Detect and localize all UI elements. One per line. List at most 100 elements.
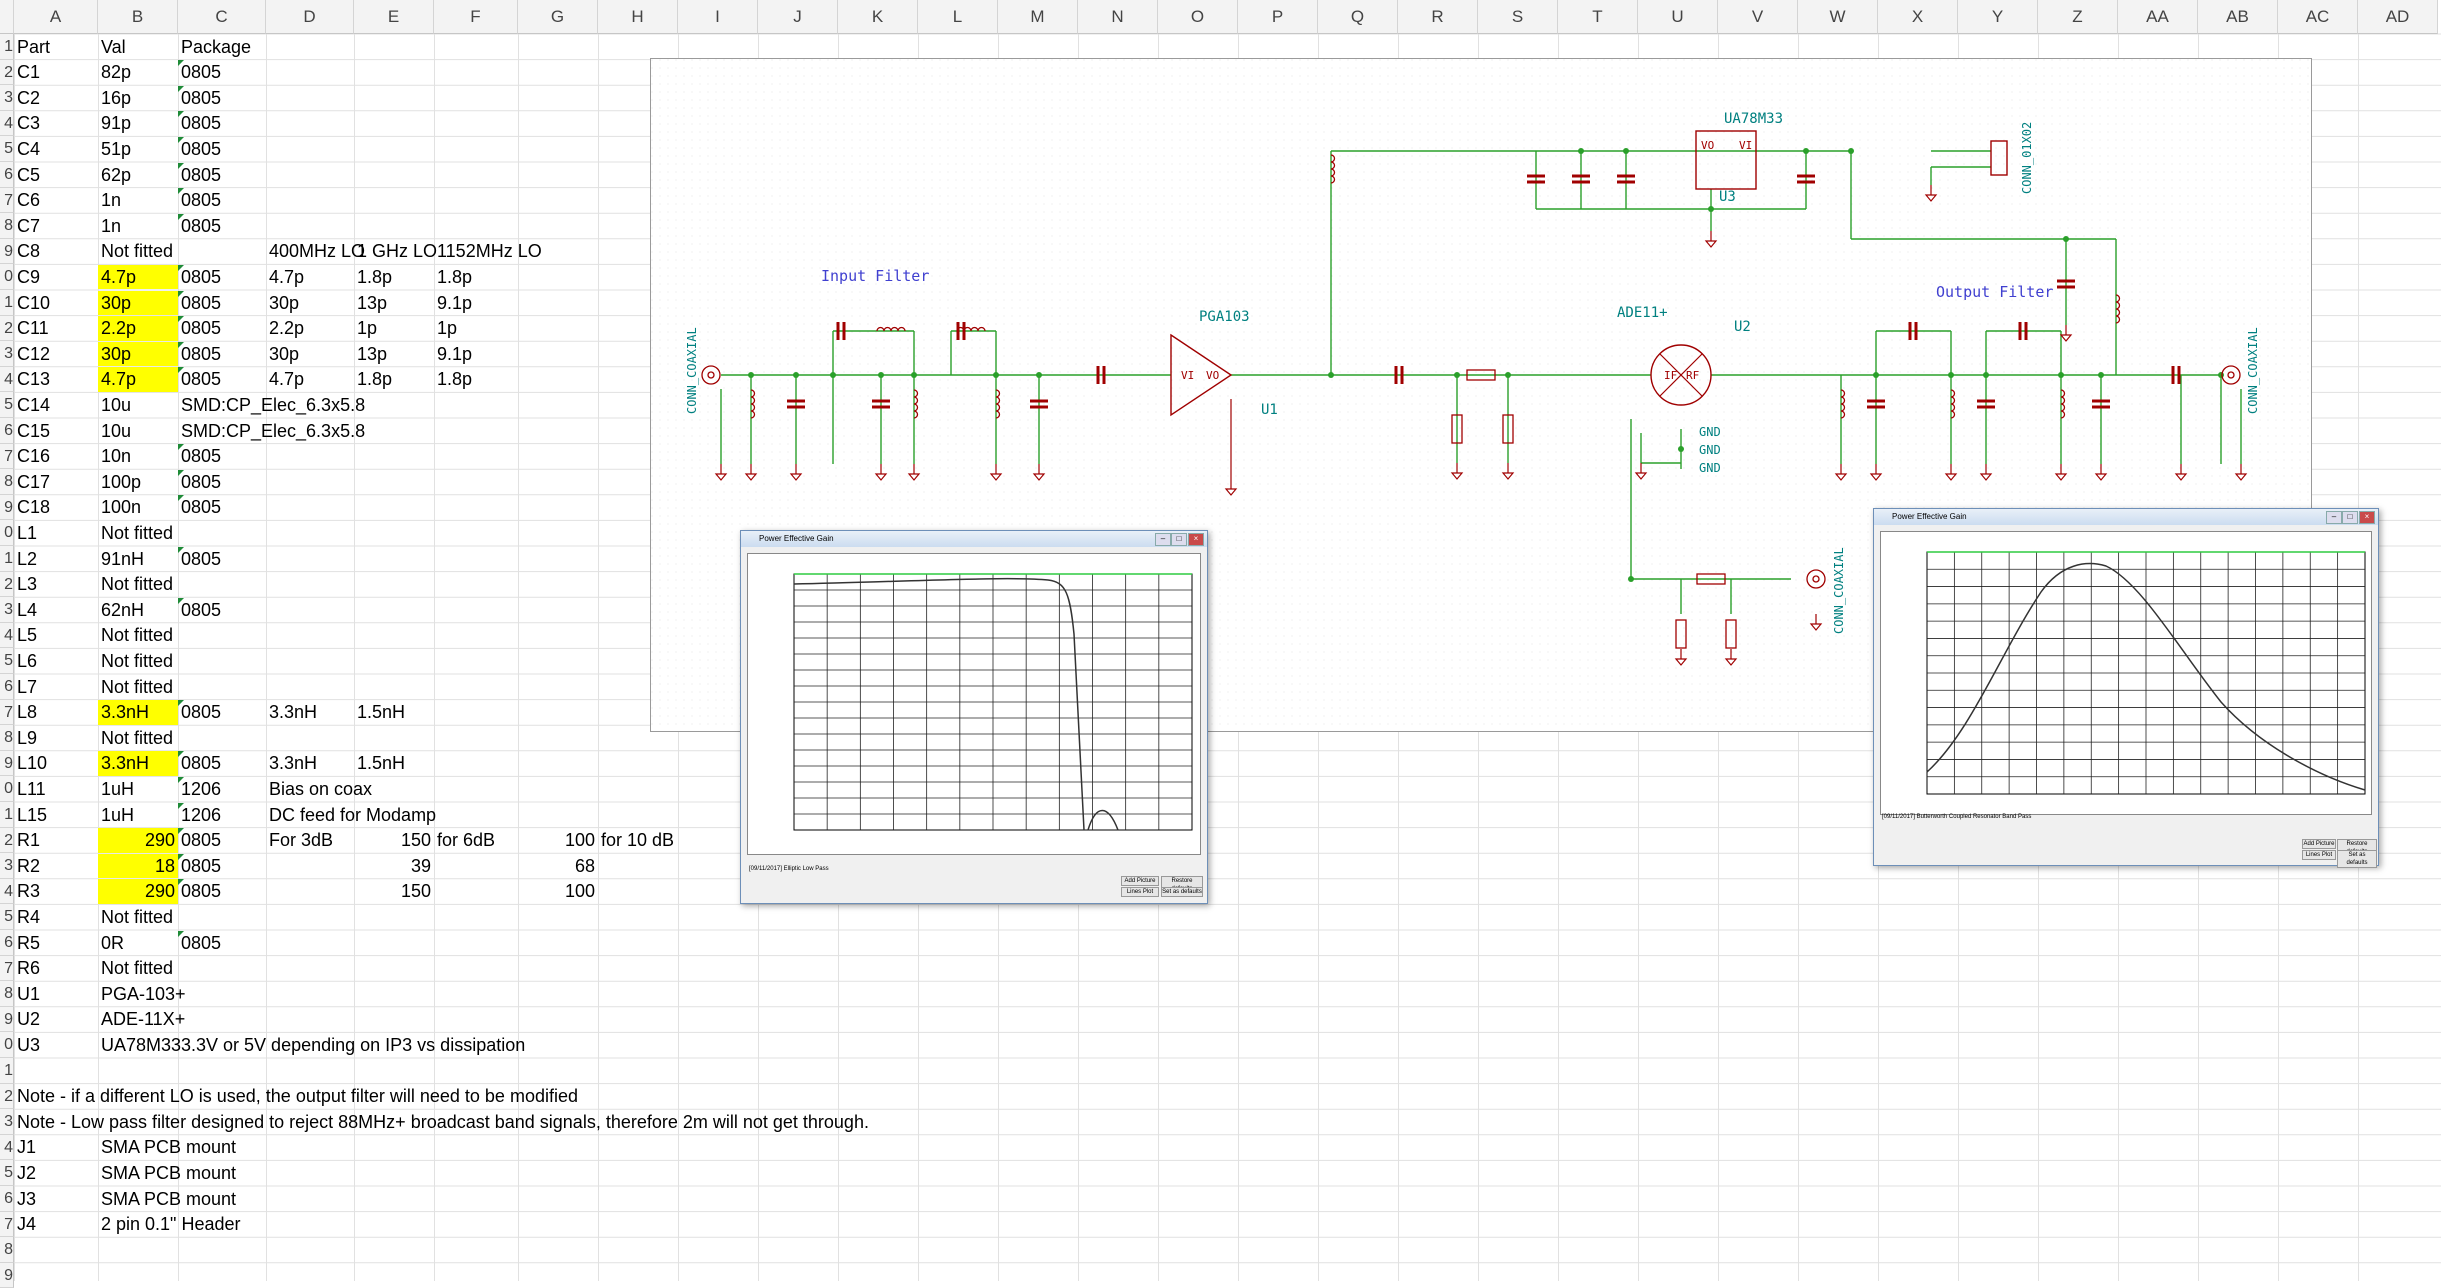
cell-a-27[interactable]: L9 <box>14 726 37 751</box>
cell-g-31[interactable]: 100 <box>518 828 598 853</box>
error-indicator-icon[interactable] <box>178 341 184 348</box>
cell-a-16[interactable]: C16 <box>14 444 50 469</box>
row-header[interactable]: 6 <box>0 418 14 444</box>
cell-c-15[interactable]: SMD:CP_Elec_6.3x5.8 <box>178 419 365 444</box>
cell-b-25[interactable]: Not fitted <box>98 675 173 700</box>
add-picture-button[interactable]: Add Picture <box>1121 876 1159 886</box>
column-header-y[interactable]: Y <box>1958 0 2038 34</box>
column-header-s[interactable]: S <box>1478 0 1558 34</box>
lines-plot-button[interactable]: Lines Plot <box>1121 887 1159 897</box>
row-header[interactable]: 8 <box>0 213 14 239</box>
error-indicator-icon[interactable] <box>178 879 184 886</box>
cell-b-4[interactable]: 51p <box>98 137 131 162</box>
cell-b-24[interactable]: Not fitted <box>98 649 173 674</box>
cell-a-8[interactable]: C8 <box>14 239 40 264</box>
cell-a-4[interactable]: C4 <box>14 137 40 162</box>
cell-d-8[interactable]: 400MHz LO <box>266 239 365 264</box>
cell-e-10[interactable]: 13p <box>354 291 387 316</box>
minimize-icon[interactable]: – <box>1155 533 1171 546</box>
column-header-v[interactable]: V <box>1718 0 1798 34</box>
row-header[interactable]: 1 <box>0 1058 14 1084</box>
cell-c-39[interactable]: 3.3V or 5V depending on IP3 vs dissipati… <box>178 1033 525 1058</box>
column-header-f[interactable]: F <box>434 0 518 34</box>
cell-d-31[interactable]: For 3dB <box>266 828 333 853</box>
row-header[interactable]: 3 <box>0 85 14 111</box>
error-indicator-icon[interactable] <box>178 495 184 502</box>
cell-a-30[interactable]: L15 <box>14 803 47 828</box>
cell-a-17[interactable]: C17 <box>14 470 50 495</box>
add-picture-button[interactable]: Add Picture <box>2302 839 2336 849</box>
row-header[interactable]: 0 <box>0 1032 14 1058</box>
maximize-icon[interactable]: □ <box>1171 533 1187 546</box>
cell-g-32[interactable]: 68 <box>518 854 598 879</box>
cell-c-28[interactable]: 0805 <box>178 751 221 776</box>
column-header-b[interactable]: B <box>98 0 178 34</box>
cell-c-9[interactable]: 0805 <box>178 265 221 290</box>
cell-b-29[interactable]: 1uH <box>98 777 134 802</box>
cell-b-34[interactable]: Not fitted <box>98 905 173 930</box>
cell-a-42[interactable]: Note - Low pass filter designed to rejec… <box>14 1110 869 1135</box>
row-header[interactable]: 4 <box>0 878 14 905</box>
column-header-d[interactable]: D <box>266 0 354 34</box>
column-header-ad[interactable]: AD <box>2358 0 2438 34</box>
column-header-l[interactable]: L <box>918 0 998 34</box>
cell-f-13[interactable]: 1.8p <box>434 367 472 392</box>
lines-plot-button[interactable]: Lines Plot <box>2302 850 2336 860</box>
cell-c-29[interactable]: 1206 <box>178 777 221 802</box>
cell-a-43[interactable]: J1 <box>14 1135 36 1160</box>
column-header-n[interactable]: N <box>1078 0 1158 34</box>
cell-a-37[interactable]: U1 <box>14 982 40 1007</box>
cell-f-10[interactable]: 9.1p <box>434 291 472 316</box>
cell-b-15[interactable]: 10u <box>98 419 131 444</box>
error-indicator-icon[interactable] <box>178 316 184 323</box>
column-header-u[interactable]: U <box>1638 0 1718 34</box>
set-defaults-button[interactable]: Set as defaults <box>2337 850 2377 868</box>
row-header[interactable]: 4 <box>0 622 14 649</box>
cell-c-11[interactable]: 0805 <box>178 316 221 341</box>
cell-a-25[interactable]: L7 <box>14 675 37 700</box>
cell-a-9[interactable]: C9 <box>14 265 40 290</box>
column-header-t[interactable]: T <box>1558 0 1638 34</box>
error-indicator-icon[interactable] <box>178 444 184 451</box>
cell-b-10[interactable]: 30p <box>98 290 178 316</box>
cell-a-0[interactable]: Part <box>14 35 50 60</box>
cell-a-26[interactable]: L8 <box>14 700 37 725</box>
cell-a-29[interactable]: L11 <box>14 777 46 802</box>
close-icon[interactable]: × <box>1188 533 1204 546</box>
cell-a-15[interactable]: C15 <box>14 419 50 444</box>
cell-c-2[interactable]: 0805 <box>178 86 221 111</box>
cell-c-20[interactable]: 0805 <box>178 547 221 572</box>
cell-b-13[interactable]: 4.7p <box>98 367 178 392</box>
cell-b-32[interactable]: 18 <box>98 853 178 879</box>
cell-c-12[interactable]: 0805 <box>178 342 221 367</box>
error-indicator-icon[interactable] <box>178 85 184 92</box>
cell-a-10[interactable]: C10 <box>14 291 50 316</box>
cell-b-37[interactable]: PGA-103+ <box>98 982 186 1007</box>
cell-a-36[interactable]: R6 <box>14 956 40 981</box>
cell-b-38[interactable]: ADE-11X+ <box>98 1007 185 1032</box>
cell-b-1[interactable]: 82p <box>98 60 131 85</box>
error-indicator-icon[interactable] <box>178 700 184 707</box>
cell-c-30[interactable]: 1206 <box>178 803 221 828</box>
cell-c-1[interactable]: 0805 <box>178 60 221 85</box>
cell-b-12[interactable]: 30p <box>98 341 178 367</box>
row-header[interactable]: 2 <box>0 1083 14 1110</box>
error-indicator-icon[interactable] <box>178 60 184 67</box>
cell-e-32[interactable]: 39 <box>354 854 434 879</box>
cell-a-19[interactable]: L1 <box>14 521 37 546</box>
row-header[interactable]: 6 <box>0 930 14 956</box>
cell-b-46[interactable]: 2 pin 0.1" Header <box>98 1212 240 1237</box>
cell-d-13[interactable]: 4.7p <box>266 367 304 392</box>
cell-e-33[interactable]: 150 <box>354 879 434 904</box>
cell-f-9[interactable]: 1.8p <box>434 265 472 290</box>
cell-c-16[interactable]: 0805 <box>178 444 221 469</box>
row-header[interactable]: 3 <box>0 341 14 367</box>
cell-b-18[interactable]: 100n <box>98 495 141 520</box>
row-header[interactable]: 7 <box>0 699 14 726</box>
cell-b-31[interactable]: 290 <box>98 828 178 853</box>
row-header[interactable]: 1 <box>0 802 14 828</box>
cell-c-17[interactable]: 0805 <box>178 470 221 495</box>
column-header-c[interactable]: C <box>178 0 266 34</box>
cell-d-28[interactable]: 3.3nH <box>266 751 317 776</box>
cell-a-22[interactable]: L4 <box>14 598 37 623</box>
